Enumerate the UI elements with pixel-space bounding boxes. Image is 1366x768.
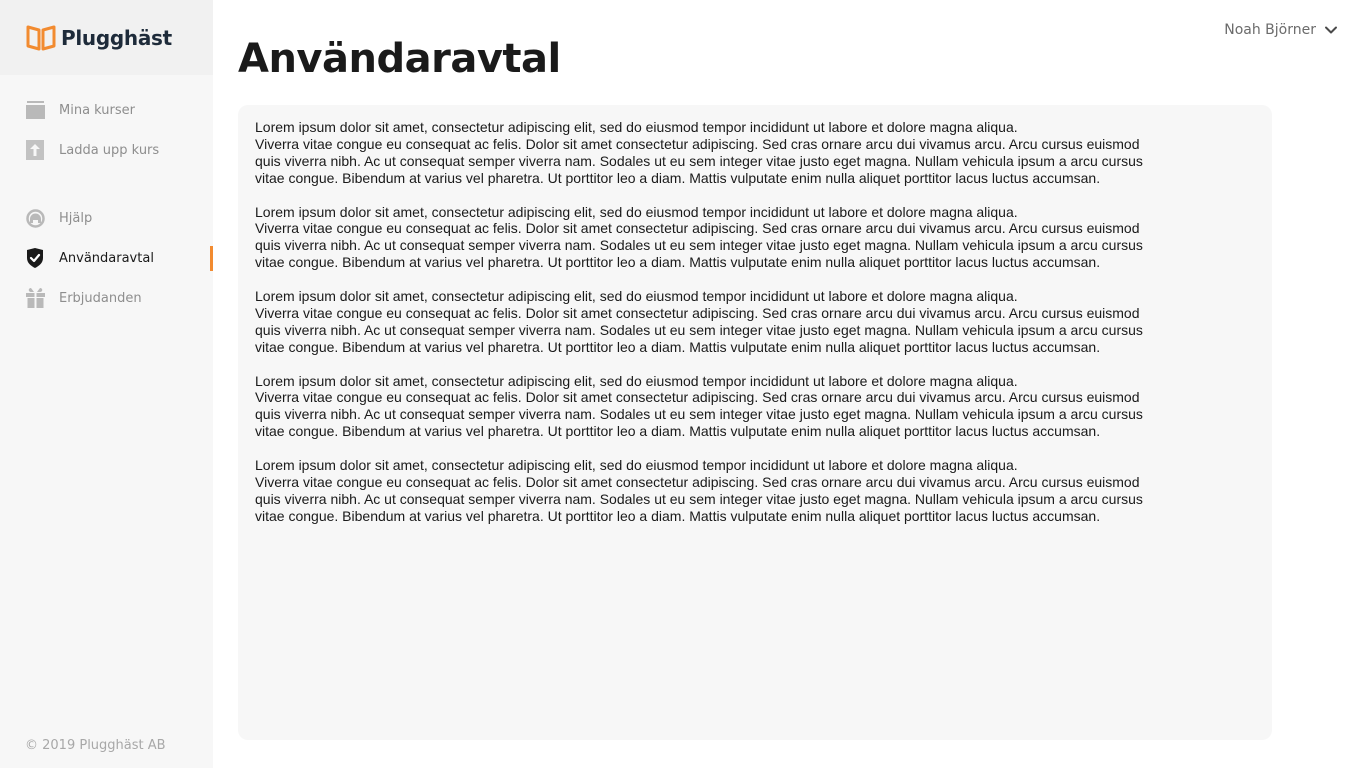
agreement-paragraph: Lorem ipsum dolor sit amet, consectetur … (255, 119, 1165, 187)
sidebar-item-label: Användaravtal (59, 250, 154, 266)
agreement-paragraph: Lorem ipsum dolor sit amet, consectetur … (255, 373, 1165, 441)
sidebar-item-hjalp[interactable]: Hjälp (0, 198, 213, 238)
sidebar-item-label: Ladda upp kurs (59, 142, 160, 158)
gift-icon (25, 288, 45, 308)
paragraph-body: Viverra vitae congue eu consequat ac fel… (255, 389, 1143, 440)
sidebar-item-erbjudanden[interactable]: Erbjudanden (0, 278, 213, 318)
chevron-down-icon (1325, 26, 1337, 34)
user-name: Noah Björner (1224, 22, 1316, 38)
copyright-text: © 2019 Plugghäst AB (25, 738, 166, 753)
nav-group-courses: Mina kurser Ladda upp kurs (0, 90, 213, 170)
paragraph-lead: Lorem ipsum dolor sit amet, consectetur … (255, 119, 1018, 135)
nav-group-info: Hjälp Användaravtal Erbjudanden (0, 198, 213, 318)
sidebar-item-ladda-upp-kurs[interactable]: Ladda upp kurs (0, 130, 213, 170)
brand-logo[interactable]: Plugghäst (0, 0, 213, 75)
book-logo-icon (26, 25, 56, 50)
paragraph-body: Viverra vitae congue eu consequat ac fel… (255, 135, 1143, 186)
paragraph-lead: Lorem ipsum dolor sit amet, consectetur … (255, 203, 1018, 220)
brand-name: Plugghäst (61, 25, 172, 50)
paragraph-body: Viverra vitae congue eu consequat ac fel… (255, 473, 1143, 524)
agreement-content: Lorem ipsum dolor sit amet, consectetur … (238, 105, 1272, 740)
agreement-paragraph: Lorem ipsum dolor sit amet, consectetur … (255, 457, 1165, 525)
sidebar-item-anvandaravtal[interactable]: Användaravtal (0, 238, 213, 278)
agreement-paragraph: Lorem ipsum dolor sit amet, consectetur … (255, 288, 1165, 356)
sidebar-item-label: Mina kurser (59, 102, 135, 118)
page-title: Användaravtal (238, 36, 561, 82)
paragraph-body: Viverra vitae congue eu consequat ac fel… (255, 304, 1143, 355)
shield-check-icon (25, 248, 45, 268)
paragraph-lead: Lorem ipsum dolor sit amet, consectetur … (255, 372, 1018, 389)
folder-icon (25, 100, 45, 120)
agreement-paragraph: Lorem ipsum dolor sit amet, consectetur … (255, 204, 1165, 272)
sidebar-item-mina-kurser[interactable]: Mina kurser (0, 90, 213, 130)
upload-icon (25, 140, 45, 160)
user-menu[interactable]: Noah Björner (1224, 22, 1338, 38)
sidebar-item-label: Erbjudanden (59, 290, 142, 306)
paragraph-lead: Lorem ipsum dolor sit amet, consectetur … (255, 288, 1018, 305)
help-icon (25, 208, 45, 228)
paragraph-body: Viverra vitae congue eu consequat ac fel… (255, 220, 1143, 271)
paragraph-lead: Lorem ipsum dolor sit amet, consectetur … (255, 457, 1018, 474)
sidebar-item-label: Hjälp (59, 210, 93, 226)
sidebar: Plugghäst Mina kurser Ladda upp kurs Hjä… (0, 0, 213, 768)
